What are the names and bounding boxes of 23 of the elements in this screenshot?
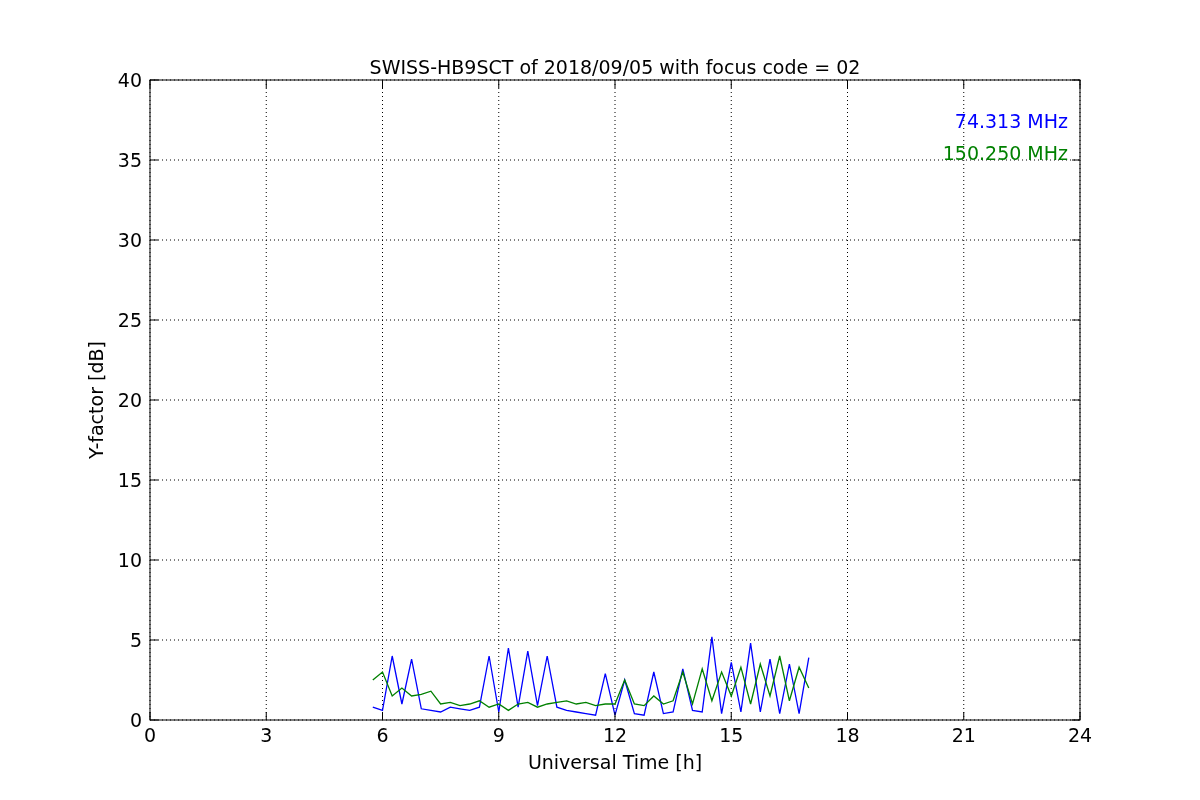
- x-tick-label: 12: [602, 724, 628, 746]
- x-tick-label: 6: [376, 724, 389, 746]
- y-tick-label: 40: [117, 69, 142, 91]
- y-tick-label: 5: [129, 629, 142, 651]
- x-tick-label: 9: [492, 724, 505, 746]
- y-tick-label: 20: [117, 389, 142, 411]
- y-tick-label: 0: [129, 709, 142, 731]
- x-tick-label: 18: [835, 724, 860, 746]
- x-tick-label: 21: [951, 724, 976, 746]
- y-tick-label: 15: [117, 469, 142, 491]
- y-axis-label: Y-factor [dB]: [85, 341, 107, 459]
- y-tick-label: 25: [117, 309, 142, 331]
- chart-title: SWISS-HB9SCT of 2018/09/05 with focus code = 02: [369, 56, 861, 78]
- x-tick-label: 3: [260, 724, 273, 746]
- legend-label: 74.313 MHz: [954, 110, 1068, 132]
- y-tick-label: 30: [117, 229, 142, 251]
- x-tick-label: 0: [143, 724, 157, 746]
- y-tick-label: 10: [117, 549, 142, 571]
- x-axis-label: Universal Time [h]: [527, 751, 703, 773]
- x-tick-label: 15: [719, 724, 744, 746]
- y-tick-label: 35: [117, 149, 142, 171]
- x-tick-label: 24: [1067, 724, 1093, 746]
- legend-label: 150.250 MHz: [942, 142, 1068, 164]
